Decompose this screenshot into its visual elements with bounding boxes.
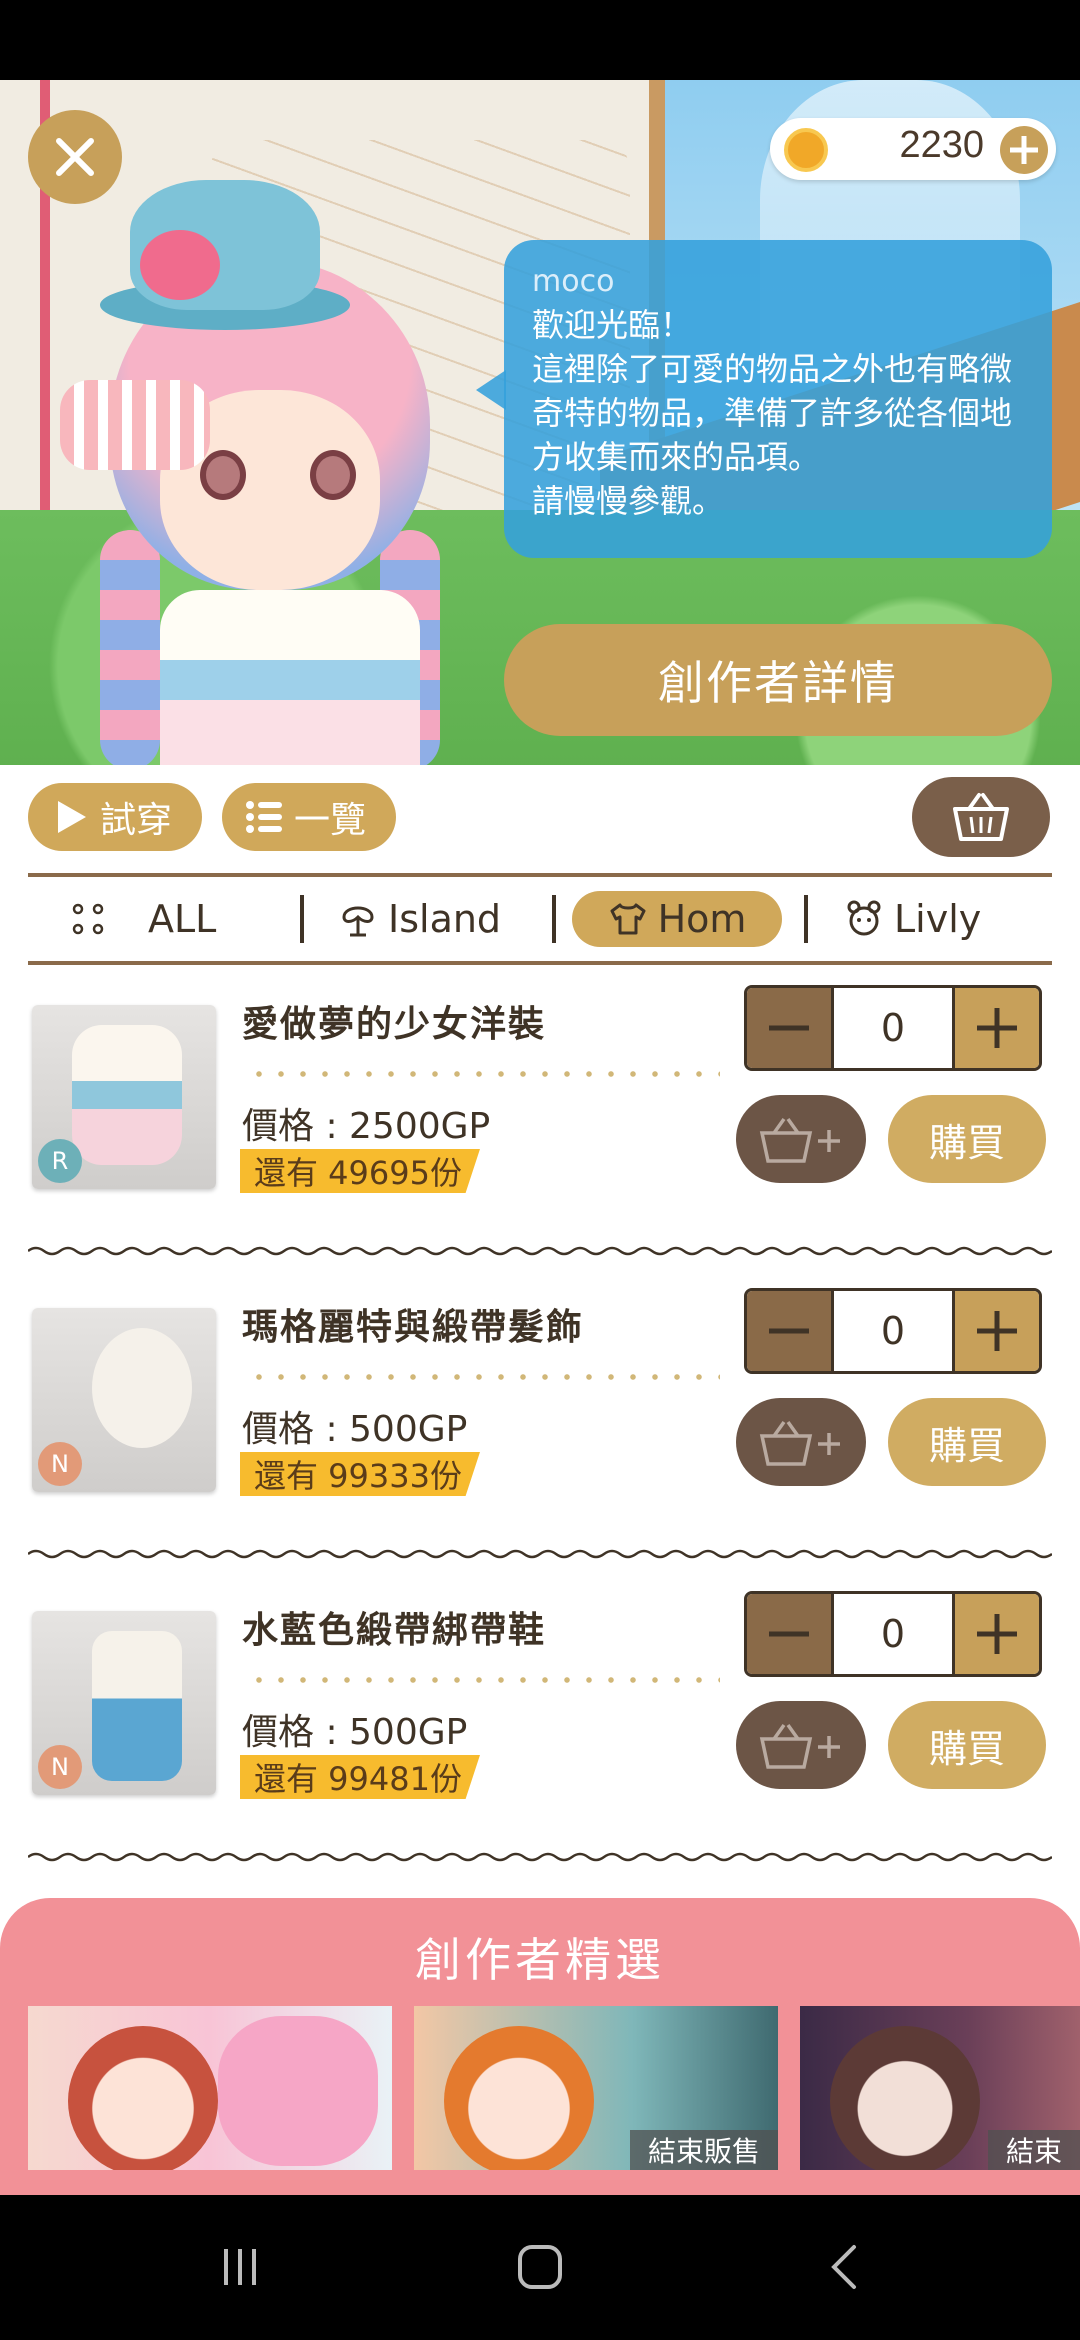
list-view-label: 一覽 [294, 800, 367, 841]
product-name: 水藍色緞帶綁帶鞋 [242, 1610, 547, 1651]
cart-button[interactable] [912, 777, 1050, 857]
try-on-label: 試穿 [100, 800, 173, 841]
dotted-divider [248, 1071, 720, 1077]
wavy-divider [28, 1549, 1052, 1559]
tab-all-label: ALL [148, 897, 217, 941]
wavy-divider [28, 1246, 1052, 1256]
creator-picks: 創作者精選 結束販售 結束 [0, 1898, 1080, 2198]
category-tabs: ALL Island Hom Livly [28, 873, 1052, 965]
product-row: R 愛做夢的少女洋裝 價格 : 2500GP 還有 49695份 0 購買 [0, 975, 1080, 1277]
coin-amount: 2230 [899, 124, 984, 166]
coin-balance: 2230 [770, 118, 1056, 180]
tab-livly[interactable]: Livly [844, 891, 981, 947]
shirt-icon [610, 903, 646, 935]
play-icon [58, 801, 86, 833]
quantity-stepper: 0 [744, 1591, 1042, 1677]
product-price: 價格 : 2500GP [242, 1106, 491, 1147]
decrease-button[interactable] [747, 988, 831, 1068]
system-nav-bar [0, 2195, 1080, 2340]
buy-button[interactable]: 購買 [888, 1701, 1046, 1789]
basket-plus-icon [759, 1723, 840, 1769]
list-icon [246, 801, 282, 833]
rarity-badge: N [38, 1442, 82, 1486]
basket-icon [953, 793, 1009, 841]
coin-icon [784, 128, 828, 172]
tab-island-label: Island [388, 897, 502, 941]
product-name: 瑪格麗特與緞帶髮飾 [242, 1307, 585, 1348]
tab-home-label: Hom [657, 897, 747, 941]
tab-divider [804, 895, 808, 943]
quantity-value[interactable]: 0 [831, 1594, 955, 1674]
wavy-divider [28, 1852, 1052, 1862]
speech-text: 歡迎光臨！ 這裡除了可愛的物品之外也有略微奇特的物品，準備了許多從各個地方收集而… [532, 306, 1013, 520]
rarity-badge: R [38, 1139, 82, 1183]
pick-card[interactable]: 結束 [800, 2006, 1080, 2170]
pick-card[interactable]: 結束販售 [414, 2006, 778, 2170]
try-on-button[interactable]: 試穿 [28, 783, 202, 851]
increase-button[interactable] [955, 988, 1039, 1068]
buy-button[interactable]: 購買 [888, 1398, 1046, 1486]
stock-badge: 還有 99481份 [240, 1755, 480, 1799]
decrease-button[interactable] [747, 1594, 831, 1674]
product-thumbnail[interactable]: N [32, 1308, 216, 1492]
tree-icon [342, 906, 374, 937]
buy-button[interactable]: 購買 [888, 1095, 1046, 1183]
close-button[interactable] [28, 110, 122, 204]
back-icon [831, 2245, 856, 2289]
decrease-button[interactable] [747, 1291, 831, 1371]
tab-divider [552, 895, 556, 943]
creator-details-button[interactable]: 創作者詳情 [504, 624, 1052, 736]
tab-divider [300, 895, 304, 943]
speaker-name: moco [532, 264, 615, 299]
add-coins-button[interactable] [1000, 126, 1048, 174]
tab-island[interactable]: Island [338, 891, 501, 947]
sale-ended-badge: 結束販售 [629, 2130, 778, 2170]
recents-icon [224, 2249, 256, 2285]
tab-livly-label: Livly [894, 897, 982, 941]
basket-plus-icon [759, 1117, 840, 1163]
add-to-cart-button[interactable] [736, 1398, 866, 1486]
increase-button[interactable] [955, 1291, 1039, 1371]
dotted-divider [248, 1677, 720, 1683]
quantity-value[interactable]: 0 [831, 1291, 955, 1371]
rarity-badge: N [38, 1745, 82, 1789]
creator-picks-title: 創作者精選 [415, 1933, 665, 1987]
quantity-value[interactable]: 0 [831, 988, 955, 1068]
product-thumbnail[interactable]: R [32, 1005, 216, 1189]
quantity-stepper: 0 [744, 985, 1042, 1071]
tab-home[interactable]: Hom [572, 891, 782, 947]
close-icon [56, 138, 94, 176]
basket-plus-icon [759, 1420, 840, 1466]
dots-icon [72, 903, 104, 935]
speech-bubble: moco 歡迎光臨！ 這裡除了可愛的物品之外也有略微奇特的物品，準備了許多從各個… [476, 240, 1052, 558]
dotted-divider [248, 1374, 720, 1380]
back-button[interactable] [806, 2235, 886, 2299]
status-bar [0, 0, 1080, 80]
add-to-cart-button[interactable] [736, 1095, 866, 1183]
product-name: 愛做夢的少女洋裝 [242, 1004, 547, 1045]
quantity-stepper: 0 [744, 1288, 1042, 1374]
tab-all[interactable]: ALL [68, 891, 216, 947]
list-view-button[interactable]: 一覽 [222, 783, 396, 851]
product-row: N 瑪格麗特與緞帶髮飾 價格 : 500GP 還有 99333份 0 購買 [0, 1278, 1080, 1580]
product-price: 價格 : 500GP [242, 1409, 468, 1450]
product-row: N 水藍色緞帶綁帶鞋 價格 : 500GP 還有 99481份 0 購買 [0, 1581, 1080, 1883]
product-price: 價格 : 500GP [242, 1712, 468, 1753]
home-icon [518, 2245, 562, 2289]
stock-badge: 還有 99333份 [240, 1452, 480, 1496]
shopkeeper-character [40, 150, 480, 765]
home-button[interactable] [500, 2235, 580, 2299]
stock-badge: 還有 49695份 [240, 1149, 480, 1193]
product-thumbnail[interactable]: N [32, 1611, 216, 1795]
add-to-cart-button[interactable] [736, 1701, 866, 1789]
sale-ended-badge: 結束 [987, 2130, 1080, 2170]
pick-card[interactable] [28, 2006, 392, 2170]
recent-apps-button[interactable] [200, 2235, 280, 2299]
livly-icon [847, 900, 881, 936]
increase-button[interactable] [955, 1594, 1039, 1674]
